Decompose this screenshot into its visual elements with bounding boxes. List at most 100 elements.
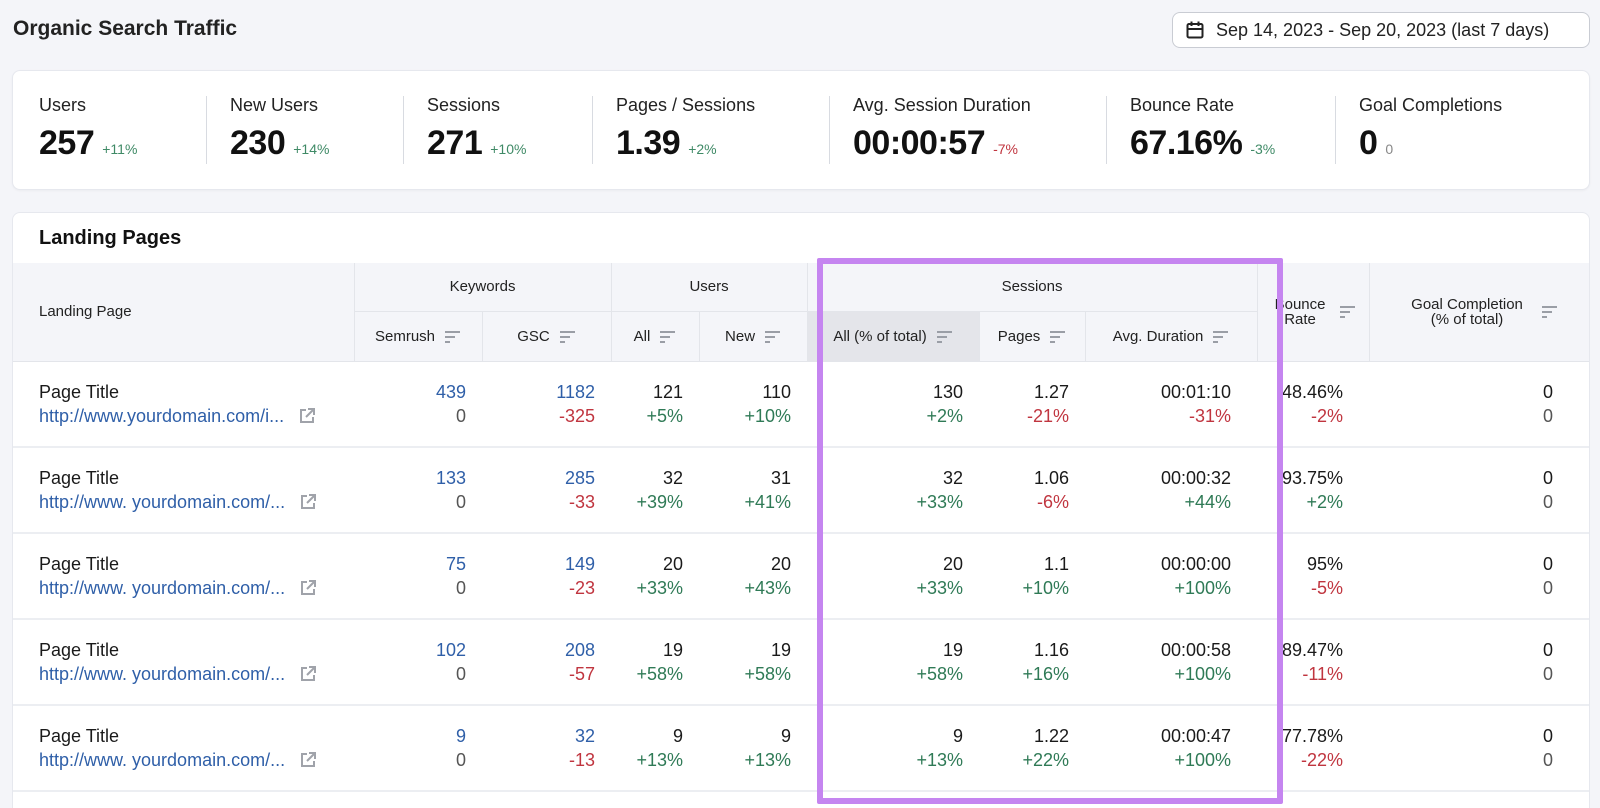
- gsc-cell: 208 -57: [482, 619, 612, 706]
- landing-pages-card: Landing Pages Landing Page Keywords User…: [12, 212, 1590, 808]
- column-header-landing-page: Landing Page: [13, 263, 355, 362]
- bounce-rate-cell-value: 89.47%: [1281, 640, 1344, 660]
- users-all-cell-delta: +39%: [636, 492, 684, 512]
- sessions-duration-cell: 00:00:47 +100%: [1085, 705, 1258, 792]
- gsc-cell-value: 285: [564, 468, 596, 488]
- kpi-delta: -7%: [993, 141, 1019, 157]
- sessions-duration-cell-value: 00:00:32: [1160, 468, 1232, 488]
- external-link-icon[interactable]: [299, 665, 317, 683]
- date-range-picker[interactable]: Sep 14, 2023 - Sep 20, 2023 (last 7 days…: [1172, 12, 1590, 48]
- users-all-cell: 19 +58%: [611, 619, 700, 706]
- table-row[interactable]: Page Title http://www. yourdomain.com/...…: [13, 619, 1589, 706]
- semrush-cell-value: 102: [435, 640, 466, 660]
- page-url-link[interactable]: http://www. yourdomain.com/...: [39, 490, 285, 514]
- kpi-divider: [592, 96, 593, 164]
- sessions-duration-cell-delta: +44%: [1184, 492, 1232, 512]
- sessions-all-cell: 32 +33%: [807, 447, 980, 534]
- sort-icon[interactable]: [1340, 306, 1356, 319]
- sessions-duration-cell-delta: -31%: [1189, 405, 1232, 426]
- page-url-link[interactable]: http://www. yourdomain.com/...: [39, 748, 285, 772]
- table-row[interactable]: Page Title http://www. yourdomain.com/...…: [13, 705, 1589, 792]
- column-header-semrush[interactable]: Semrush: [354, 311, 483, 362]
- semrush-cell: 102 0: [354, 619, 482, 706]
- page-url-link[interactable]: http://www. yourdomain.com/...: [39, 662, 285, 686]
- column-header-bounce-rate[interactable]: Bounce Rate: [1257, 263, 1370, 362]
- gsc-cell-value: 149: [564, 554, 596, 574]
- page-title-text: Page Title: [39, 381, 120, 402]
- sessions-duration-cell: 00:00:58 +100%: [1085, 619, 1258, 706]
- goal-completion-cell: 00: [1369, 533, 1589, 620]
- semrush-cell-value: 439: [435, 381, 466, 402]
- page-title-text: Page Title: [39, 554, 120, 574]
- kpi-delta: +10%: [490, 141, 527, 157]
- kpi-sessions: Sessions 271 +10%: [427, 95, 526, 165]
- users-all-cell-delta: +33%: [636, 578, 684, 598]
- sessions-pages-cell: 1.22 +22%: [979, 705, 1086, 792]
- bounce-rate-cell-delta: -22%: [1301, 750, 1344, 770]
- semrush-cell-value: 9: [455, 726, 466, 746]
- page-url-link[interactable]: http://www. yourdomain.com/...: [39, 576, 285, 600]
- sessions-duration-cell-delta: +100%: [1174, 750, 1232, 770]
- external-link-icon[interactable]: [299, 751, 317, 769]
- sessions-duration-cell-value: 00:00:00: [1160, 554, 1232, 574]
- users-all-cell-value: 20: [662, 554, 684, 574]
- column-header-sessions-pages[interactable]: Pages: [979, 311, 1086, 362]
- table-row[interactable]: Page Title http://www. yourdomain.com/...…: [13, 533, 1589, 620]
- bounce-rate-cell: 77.78% -22%: [1257, 705, 1370, 792]
- users-new-cell-value: 110: [762, 381, 792, 402]
- sessions-all-cell-delta: +33%: [916, 578, 964, 598]
- users-all-cell-value: 19: [662, 640, 684, 660]
- table-row[interactable]: Page Title http://www. yourdomain.com/...…: [13, 447, 1589, 534]
- column-header-goal-completion[interactable]: Goal Completion (% of total): [1369, 263, 1589, 362]
- column-header-gsc[interactable]: GSC: [482, 311, 612, 362]
- sort-icon[interactable]: [1050, 330, 1066, 343]
- date-range-label: Sep 14, 2023 - Sep 20, 2023 (last 7 days…: [1216, 19, 1550, 40]
- sessions-duration-cell-delta: +100%: [1174, 578, 1232, 598]
- gsc-cell-delta: -57: [569, 664, 596, 684]
- external-link-icon[interactable]: [298, 407, 316, 425]
- sort-icon[interactable]: [445, 330, 461, 343]
- column-header-sessions-avg-duration[interactable]: Avg. Duration: [1085, 311, 1258, 362]
- kpi-label: Pages / Sessions: [616, 95, 756, 115]
- kpi-delta: +2%: [688, 141, 717, 157]
- gsc-cell: 285 -33: [482, 447, 612, 534]
- sort-icon[interactable]: [660, 330, 676, 343]
- column-header-users-new[interactable]: New: [699, 311, 808, 362]
- goal-completion-cell-delta: 0: [1543, 664, 1554, 684]
- page-url-link[interactable]: http://www.yourdomain.com/i...: [39, 404, 284, 428]
- users-all-cell: 121 +5%: [611, 361, 700, 448]
- landing-page-cell: Page Title http://www. yourdomain.com/...: [13, 447, 354, 534]
- table-row[interactable]: Page Title http://www.yourdomain.com/i...…: [13, 361, 1589, 448]
- users-new-cell-value: 19: [771, 640, 792, 660]
- gsc-cell: 1182 -325: [482, 361, 612, 448]
- users-all-cell-value: 121: [652, 381, 684, 402]
- sessions-all-cell-value: 9: [953, 726, 964, 746]
- bounce-rate-cell-delta: -11%: [1302, 664, 1344, 684]
- sort-icon[interactable]: [1213, 330, 1229, 343]
- sort-icon[interactable]: [765, 330, 781, 343]
- bounce-rate-cell-value: 48.46%: [1281, 381, 1344, 402]
- users-new-cell-delta: +13%: [744, 750, 792, 770]
- users-new-cell-value: 9: [781, 726, 792, 746]
- sessions-all-cell: 19 +58%: [807, 619, 980, 706]
- kpi-value: 67.16%: [1130, 124, 1243, 162]
- gsc-cell: 32 -13: [482, 705, 612, 792]
- gsc-cell-value: 1182: [556, 381, 596, 402]
- sort-icon[interactable]: [559, 330, 576, 343]
- goal-completion-cell: 00: [1369, 361, 1589, 448]
- sort-icon[interactable]: [936, 330, 953, 343]
- external-link-icon[interactable]: [299, 579, 317, 597]
- semrush-cell: 90: [354, 705, 482, 792]
- column-header-sessions-all[interactable]: All (% of total): [807, 311, 980, 362]
- sort-icon[interactable]: [1542, 306, 1558, 319]
- sessions-pages-cell-value: 1.16: [1033, 640, 1070, 660]
- bounce-rate-cell-delta: -5%: [1311, 578, 1344, 598]
- kpi-label: New Users: [230, 95, 319, 115]
- sessions-all-cell: 9 +13%: [807, 705, 980, 792]
- group-header-sessions: Sessions: [807, 263, 1258, 312]
- gsc-cell-value: 32: [574, 726, 596, 746]
- external-link-icon[interactable]: [299, 493, 317, 511]
- bounce-rate-cell-delta: -2%: [1311, 405, 1344, 426]
- bounce-rate-cell-value: 95%: [1307, 554, 1344, 574]
- column-header-users-all[interactable]: All: [611, 311, 700, 362]
